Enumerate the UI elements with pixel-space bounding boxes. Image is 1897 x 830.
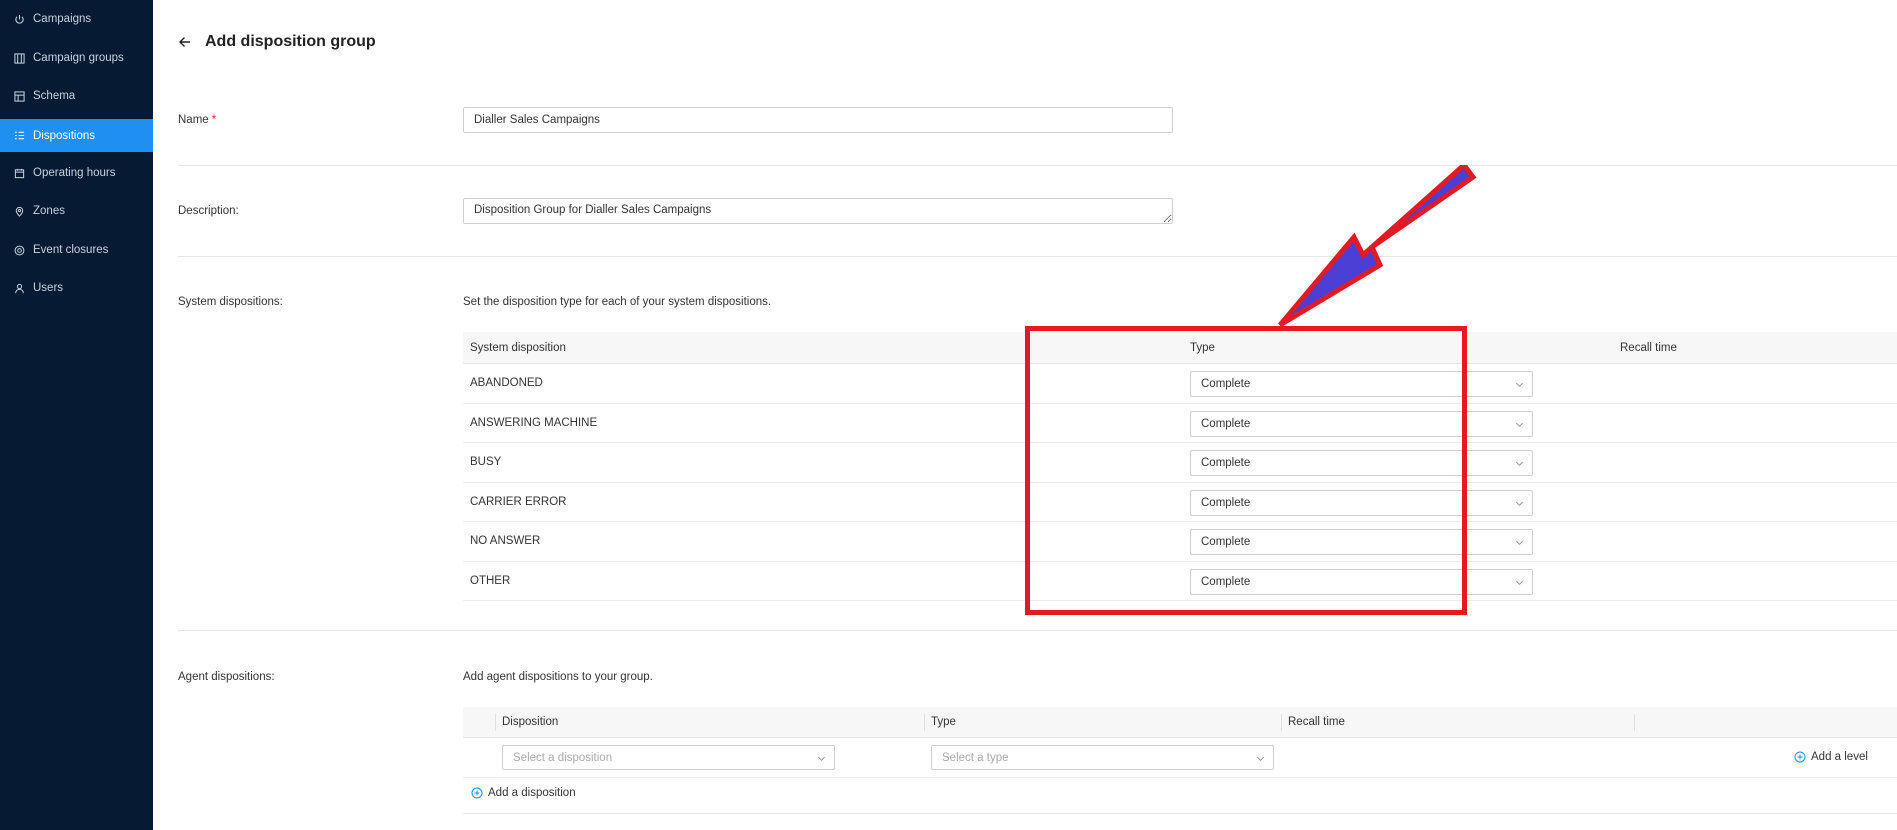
annotation-arrow-icon: [1278, 165, 1477, 328]
sidebar: Campaigns Campaign groups Schema Disposi…: [0, 0, 153, 830]
description-label: Description:: [178, 205, 239, 217]
system-disposition-name: OTHER: [470, 574, 511, 587]
sidebar-item-label: Operating hours: [33, 167, 116, 179]
user-icon: [13, 282, 25, 294]
chevron-down-icon: [1515, 382, 1524, 388]
power-icon: [13, 13, 25, 25]
system-dispositions-hint: Set the disposition type for each of you…: [463, 296, 772, 308]
schema-icon: [13, 90, 25, 102]
column-separator: [924, 714, 925, 731]
plus-circle-icon: [471, 787, 483, 799]
system-disposition-name: BUSY: [470, 456, 502, 468]
column-header-disposition: Disposition: [502, 716, 559, 728]
sidebar-item-campaign-groups[interactable]: Campaign groups: [0, 42, 153, 74]
list-icon: [13, 130, 25, 142]
system-dispositions-label: System dispositions:: [178, 296, 283, 308]
sidebar-item-event-closures[interactable]: Event closures: [0, 234, 153, 266]
calendar-icon: [13, 167, 25, 179]
add-disposition-label: Add a disposition: [488, 787, 576, 799]
sidebar-item-label: Dispositions: [33, 129, 95, 142]
column-separator: [1634, 714, 1635, 731]
sidebar-item-operating-hours[interactable]: Operating hours: [0, 157, 153, 189]
target-icon: [13, 244, 25, 256]
name-label-text: Name: [178, 114, 209, 126]
table-header: Disposition Type Recall time: [463, 707, 1897, 738]
name-input[interactable]: [463, 107, 1173, 133]
agent-dispositions-hint: Add agent dispositions to your group.: [463, 671, 653, 683]
add-level-label: Add a level: [1811, 751, 1868, 763]
column-header-recall-time: Recall time: [1288, 716, 1345, 728]
campaign-groups-icon: [13, 52, 25, 64]
disposition-select-placeholder: Select a disposition: [513, 751, 613, 764]
table-row: Select a disposition Select a type Add a…: [463, 738, 1897, 778]
column-separator: [1281, 714, 1282, 731]
sidebar-item-label: Zones: [33, 205, 65, 217]
agent-dispositions-label: Agent dispositions:: [178, 671, 275, 683]
column-separator: [495, 714, 496, 731]
chevron-down-icon: [817, 756, 826, 762]
chevron-down-icon: [1515, 540, 1524, 546]
chevron-down-icon: [1515, 422, 1524, 427]
type-select-placeholder: Select a type: [942, 751, 1009, 764]
description-textarea[interactable]: [463, 198, 1173, 224]
sidebar-item-campaigns[interactable]: Campaigns: [0, 3, 153, 35]
page-title: Add disposition group: [205, 33, 376, 50]
name-label: Name *: [178, 114, 216, 126]
sidebar-item-dispositions[interactable]: Dispositions: [0, 119, 153, 152]
sidebar-item-label: Campaign groups: [33, 52, 124, 64]
column-header-recall-time: Recall time: [1620, 342, 1677, 354]
plus-circle-icon: [1794, 751, 1806, 763]
system-disposition-name: NO ANSWER: [470, 535, 541, 547]
location-pin-icon: [13, 205, 25, 217]
add-disposition-button[interactable]: Add a disposition: [471, 787, 576, 799]
divider: [178, 630, 1897, 631]
column-header-system-disposition: System disposition: [470, 342, 566, 354]
divider: [463, 813, 1897, 814]
back-arrow-icon[interactable]: [177, 34, 193, 50]
agent-dispositions-table: Disposition Type Recall time Select a di…: [463, 707, 1897, 799]
type-select[interactable]: Select a type: [931, 745, 1274, 770]
highlight-box: [1025, 326, 1467, 615]
add-level-button[interactable]: Add a level: [1794, 751, 1868, 763]
divider: [178, 256, 1897, 257]
required-mark: *: [211, 114, 217, 126]
disposition-select[interactable]: Select a disposition: [502, 745, 835, 770]
system-disposition-name: CARRIER ERROR: [470, 495, 567, 508]
sidebar-item-users[interactable]: Users: [0, 272, 153, 304]
system-disposition-name: ANSWERING MACHINE: [470, 416, 598, 429]
sidebar-item-zones[interactable]: Zones: [0, 195, 153, 227]
chevron-down-icon: [1515, 580, 1524, 585]
sidebar-item-label: Campaigns: [33, 13, 92, 25]
chevron-down-icon: [1515, 501, 1524, 506]
system-disposition-name: ABANDONED: [470, 377, 543, 389]
sidebar-item-label: Event closures: [33, 244, 109, 256]
chevron-down-icon: [1515, 461, 1524, 467]
column-header-type: Type: [931, 716, 956, 728]
divider: [178, 165, 1897, 166]
chevron-down-icon: [1256, 756, 1265, 762]
sidebar-item-label: Schema: [33, 90, 76, 102]
sidebar-item-schema[interactable]: Schema: [0, 80, 153, 112]
sidebar-item-label: Users: [33, 282, 64, 294]
